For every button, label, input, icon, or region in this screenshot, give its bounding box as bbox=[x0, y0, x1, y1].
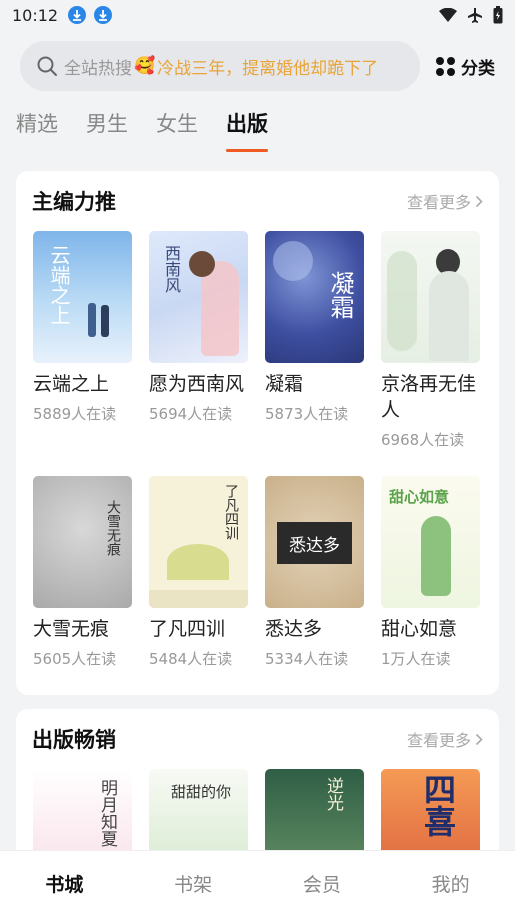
cover-text: 了凡四训 bbox=[223, 484, 239, 540]
book-item[interactable]: 大雪无痕 大雪无痕 5605人在读 bbox=[33, 476, 132, 669]
book-cover[interactable]: 大雪无痕 bbox=[33, 476, 132, 608]
tab-publishing[interactable]: 出版 bbox=[226, 108, 268, 152]
cover-text: 大雪无痕 bbox=[105, 500, 121, 556]
book-title: 大雪无痕 bbox=[33, 618, 110, 640]
battery-icon bbox=[493, 6, 503, 24]
book-readers: 1万人在读 bbox=[381, 650, 451, 668]
book-item[interactable]: 悉达多 悉达多 5334人在读 bbox=[265, 476, 364, 669]
nav-bookshelf[interactable]: 书架 bbox=[129, 870, 257, 897]
featured-section: 主编力推 查看更多 云端之上 云端之上 5889人在读 西南风 愿为西南风 56… bbox=[16, 171, 499, 695]
hot-emoji-icon: 🥰 bbox=[134, 56, 156, 76]
cover-text: 云端之上 bbox=[47, 245, 71, 325]
bestseller-section: 出版畅销 查看更多 明月知夏 甜甜的你 逆光 四喜 bbox=[16, 709, 499, 901]
download-icon bbox=[94, 6, 113, 24]
chevron-right-icon bbox=[475, 195, 483, 207]
view-more-label: 查看更多 bbox=[406, 193, 471, 212]
wifi-icon bbox=[439, 8, 457, 22]
nav-membership[interactable]: 会员 bbox=[258, 870, 386, 897]
book-item[interactable]: 云端之上 云端之上 5889人在读 bbox=[33, 231, 132, 450]
cover-text: 逆光 bbox=[323, 777, 343, 811]
download-icon bbox=[68, 6, 87, 24]
chevron-right-icon bbox=[475, 733, 483, 745]
book-readers: 5605人在读 bbox=[33, 650, 117, 668]
search-placeholder: 全站热搜 bbox=[64, 58, 132, 79]
cover-text: 甜甜的你 bbox=[171, 783, 232, 801]
book-title: 凝霜 bbox=[265, 373, 304, 395]
book-cover[interactable]: 凝霜 bbox=[265, 231, 364, 363]
book-cover[interactable]: 云端之上 bbox=[33, 231, 132, 363]
book-cover[interactable]: 悉达多 bbox=[265, 476, 364, 608]
section-title: 出版畅销 bbox=[32, 728, 116, 752]
view-more-link[interactable]: 查看更多 bbox=[407, 189, 483, 213]
cover-text: 甜心如意 bbox=[389, 488, 450, 506]
book-readers: 6968人在读 bbox=[381, 431, 465, 449]
book-item[interactable]: 甜心如意 甜心如意 1万人在读 bbox=[381, 476, 480, 669]
cover-text: 凝霜 bbox=[326, 271, 354, 319]
tab-female[interactable]: 女生 bbox=[156, 108, 198, 152]
tab-featured[interactable]: 精选 bbox=[16, 108, 58, 152]
book-readers: 5889人在读 bbox=[33, 405, 117, 423]
bottom-navigation: 书城 书架 会员 我的 bbox=[0, 850, 515, 916]
view-more-link[interactable]: 查看更多 bbox=[407, 727, 483, 751]
book-item[interactable]: 西南风 愿为西南风 5694人在读 bbox=[149, 231, 248, 450]
book-cover[interactable]: 甜心如意 bbox=[381, 476, 480, 608]
airplane-icon bbox=[468, 8, 482, 23]
category-grid-icon bbox=[436, 56, 455, 76]
nav-bookstore[interactable]: 书城 bbox=[0, 870, 128, 897]
category-label: 分类 bbox=[461, 58, 495, 79]
book-title: 了凡四训 bbox=[149, 618, 226, 640]
nav-profile[interactable]: 我的 bbox=[387, 870, 515, 897]
cover-text: 四喜 bbox=[419, 773, 457, 837]
book-item[interactable]: 京洛再无佳人 6968人在读 bbox=[381, 231, 480, 450]
section-title: 主编力推 bbox=[32, 190, 116, 214]
cover-text: 悉达多 bbox=[289, 535, 340, 556]
category-button[interactable]: 分类 bbox=[436, 54, 495, 79]
book-title: 京洛再无佳人 bbox=[381, 373, 477, 421]
cover-text: 明月知夏 bbox=[97, 779, 117, 847]
book-cover[interactable]: 了凡四训 bbox=[149, 476, 248, 608]
book-readers: 5694人在读 bbox=[149, 405, 233, 423]
hot-search-query: 冷战三年，提离婚他却跪下了 bbox=[157, 58, 379, 79]
search-row: 全站热搜 🥰 冷战三年，提离婚他却跪下了 分类 bbox=[20, 41, 500, 91]
cover-text: 西南风 bbox=[162, 245, 181, 293]
book-readers: 5334人在读 bbox=[265, 650, 349, 668]
book-item[interactable]: 了凡四训 了凡四训 5484人在读 bbox=[149, 476, 248, 669]
book-title: 甜心如意 bbox=[381, 618, 458, 640]
book-cover[interactable]: 西南风 bbox=[149, 231, 248, 363]
status-time: 10:12 bbox=[12, 5, 59, 25]
status-bar: 10:12 bbox=[0, 0, 515, 30]
book-readers: 5873人在读 bbox=[265, 405, 349, 423]
book-row: 云端之上 云端之上 5889人在读 西南风 愿为西南风 5694人在读 凝霜 凝… bbox=[16, 231, 499, 450]
book-readers: 5484人在读 bbox=[149, 650, 233, 668]
search-input[interactable]: 全站热搜 🥰 冷战三年，提离婚他却跪下了 bbox=[20, 41, 420, 91]
book-title: 愿为西南风 bbox=[149, 373, 245, 395]
channel-tabs: 精选 男生 女生 出版 bbox=[16, 108, 268, 152]
book-title: 云端之上 bbox=[33, 373, 110, 395]
book-title: 悉达多 bbox=[265, 618, 323, 640]
book-row: 大雪无痕 大雪无痕 5605人在读 了凡四训 了凡四训 5484人在读 悉达多 … bbox=[16, 476, 499, 669]
search-icon bbox=[37, 56, 57, 76]
book-item[interactable]: 凝霜 凝霜 5873人在读 bbox=[265, 231, 364, 450]
book-cover[interactable] bbox=[381, 231, 480, 363]
view-more-label: 查看更多 bbox=[406, 731, 471, 750]
tab-male[interactable]: 男生 bbox=[86, 108, 128, 152]
